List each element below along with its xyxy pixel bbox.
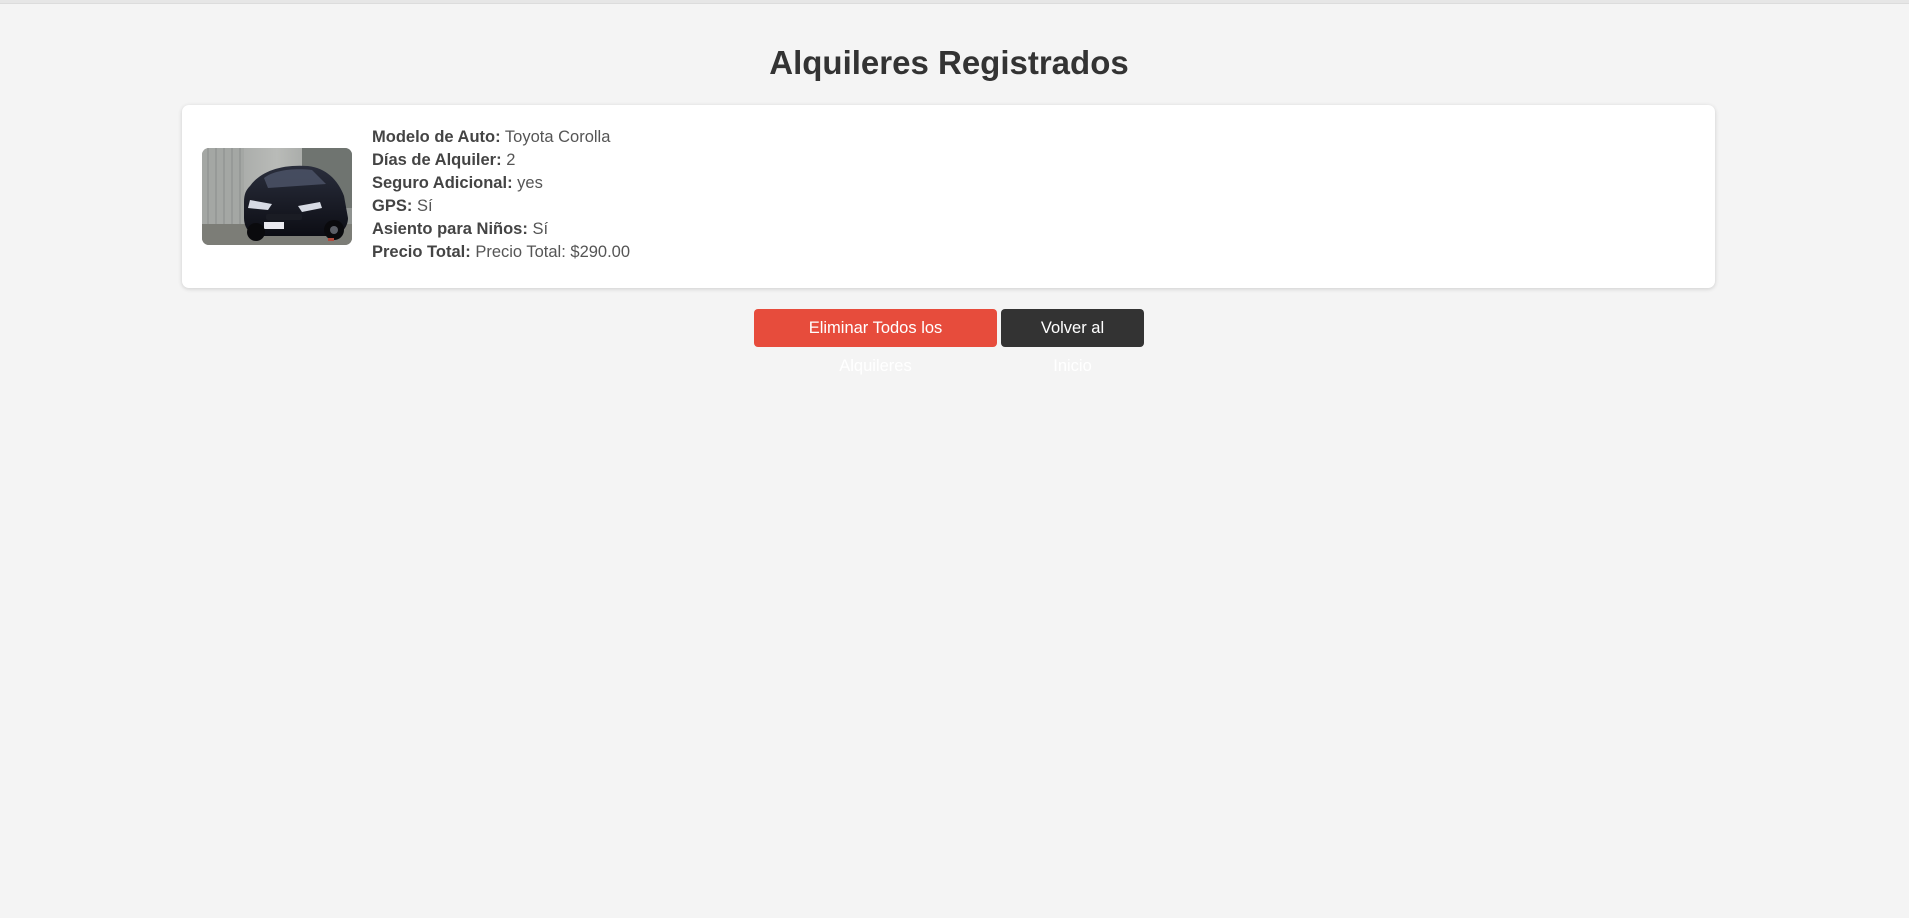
detail-rental-days: Días de Alquiler: 2 [372, 149, 630, 172]
detail-car-model: Modelo de Auto: Toyota Corolla [372, 126, 630, 149]
detail-value: Toyota Corolla [504, 128, 611, 146]
rental-card: Modelo de Auto: Toyota Corolla Días de A… [182, 105, 1715, 288]
detail-label: GPS: [372, 197, 413, 215]
detail-total-price: Precio Total: Precio Total: $290.00 [372, 241, 630, 264]
detail-label: Seguro Adicional: [372, 174, 513, 192]
detail-child-seat: Asiento para Niños: Sí [372, 218, 630, 241]
top-divider [0, 0, 1909, 4]
rental-details: Modelo de Auto: Toyota Corolla Días de A… [372, 126, 630, 264]
action-bar: Eliminar Todos los Alquileres Volver al … [0, 309, 1898, 375]
delete-all-rentals-button[interactable]: Eliminar Todos los Alquileres [754, 309, 997, 375]
detail-value: yes [517, 174, 543, 192]
detail-label: Asiento para Niños: [372, 220, 528, 238]
detail-value: Precio Total: $290.00 [475, 243, 631, 261]
detail-value: Sí [532, 220, 549, 238]
detail-label: Días de Alquiler: [372, 151, 502, 169]
detail-label: Modelo de Auto: [372, 128, 501, 146]
detail-value: 2 [506, 151, 516, 169]
detail-gps: GPS: Sí [372, 195, 630, 218]
detail-extra-insurance: Seguro Adicional: yes [372, 172, 630, 195]
detail-label: Precio Total: [372, 243, 471, 261]
car-photo [202, 148, 352, 245]
page-title: Alquileres Registrados [769, 44, 1129, 81]
detail-value: Sí [416, 197, 433, 215]
back-home-button[interactable]: Volver al Inicio [1001, 309, 1144, 375]
